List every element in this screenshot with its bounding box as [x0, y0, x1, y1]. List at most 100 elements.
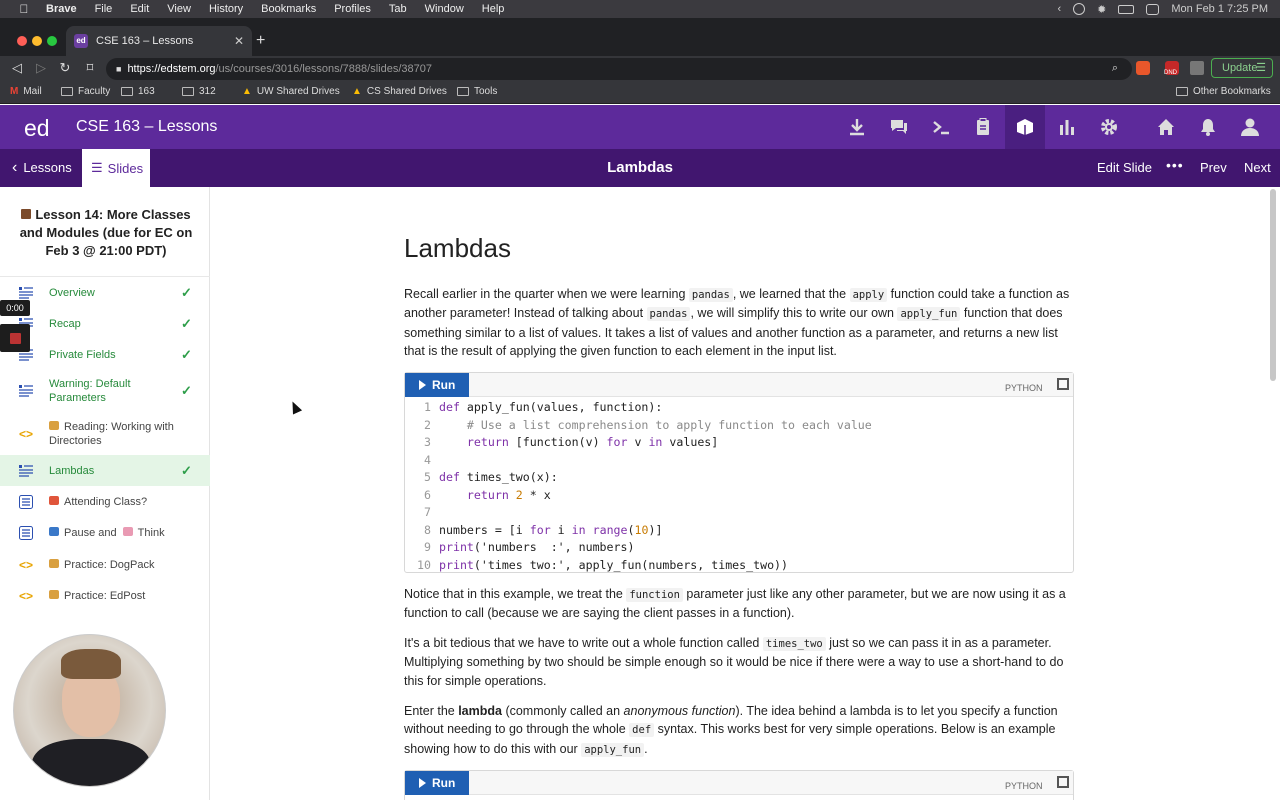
text-run: , we learned that the: [732, 287, 850, 301]
brightness-icon[interactable]: ✹: [1097, 3, 1106, 16]
slide-item-lambdas[interactable]: Lambdas ✓: [0, 455, 210, 486]
stop-recording-button[interactable]: [0, 324, 30, 352]
chat-icon[interactable]: [889, 117, 909, 137]
menu-window[interactable]: Window: [425, 3, 464, 15]
battery-icon[interactable]: [1118, 4, 1135, 14]
slide-item-default-parameters[interactable]: Warning: Default Parameters ✓: [0, 370, 210, 412]
fullscreen-icon[interactable]: [1057, 776, 1069, 788]
bookmark-tools[interactable]: Tools: [457, 86, 497, 97]
menu-clock[interactable]: Mon Feb 1 7:25 PM: [1171, 3, 1268, 15]
bookmark-163[interactable]: 163: [121, 86, 155, 97]
chevron-left-icon[interactable]: ‹: [1058, 3, 1062, 15]
code-line[interactable]: 9 print('numbers :', numbers): [405, 539, 1073, 557]
menu-help[interactable]: Help: [482, 3, 505, 15]
menu-profiles[interactable]: Profiles: [334, 3, 371, 15]
bookmark-icon[interactable]: ⌑: [81, 60, 99, 76]
menu-tab[interactable]: Tab: [389, 3, 407, 15]
other-bookmarks[interactable]: Other Bookmarks: [1176, 86, 1271, 97]
gear-icon[interactable]: [1099, 117, 1119, 137]
course-title[interactable]: CSE 163 – Lessons: [76, 118, 217, 136]
user-icon[interactable]: [1240, 117, 1260, 137]
close-tab-icon[interactable]: ✕: [234, 34, 244, 48]
slide-label: Reading: Working with Directories: [49, 420, 174, 447]
run-button[interactable]: Run: [405, 373, 469, 397]
code-editor[interactable]: 1 def apply_fun(values, function): 2 # Use…: [405, 397, 1073, 574]
menu-bookmarks[interactable]: Bookmarks: [261, 3, 316, 15]
ed-logo[interactable]: ed: [24, 115, 50, 142]
fullscreen-icon[interactable]: [1057, 378, 1069, 390]
recording-timer[interactable]: 0:00: [0, 300, 30, 316]
minimize-window-button[interactable]: [32, 36, 42, 46]
code-line[interactable]: 2 # Use a list comprehension to apply fu…: [405, 417, 1073, 435]
text-run: .: [644, 741, 648, 756]
slides-label: Slides: [107, 160, 144, 176]
bookmark-faculty[interactable]: Faculty: [61, 86, 110, 97]
code-line[interactable]: 10 print('times two:', apply_fun(numbers,…: [405, 557, 1073, 575]
download-icon[interactable]: [847, 117, 867, 137]
code-line[interactable]: 3 return [function(v) for v in values]: [405, 434, 1073, 452]
forward-icon[interactable]: ▷: [32, 60, 50, 76]
address-bar[interactable]: ■ https://edstem.org/us/courses/3016/les…: [106, 58, 1132, 80]
home-icon[interactable]: [1156, 117, 1176, 137]
bookmark-uw-shared-drives[interactable]: ▲ UW Shared Drives: [242, 86, 340, 97]
code-line[interactable]: 7: [405, 504, 1073, 522]
slides-button[interactable]: ☰ Slides: [82, 149, 150, 187]
lessons-icon[interactable]: [1015, 117, 1035, 137]
extensions-puzzle-icon[interactable]: [1190, 61, 1204, 75]
code-text: numbers = [i for i in range(10)]: [439, 522, 663, 537]
scrollbar-thumb[interactable]: [1270, 189, 1276, 381]
menu-file[interactable]: File: [95, 3, 113, 15]
folder-icon: [61, 87, 73, 96]
slide-item-pause-and-think[interactable]: Pause and Think: [0, 517, 210, 549]
bookmark-312[interactable]: 312: [182, 86, 216, 97]
code-icon: <>: [19, 426, 34, 441]
clipboard-icon[interactable]: [973, 117, 993, 137]
run-button[interactable]: Run: [405, 771, 469, 795]
code-line[interactable]: 5 def times_two(x):: [405, 469, 1073, 487]
control-center-icon[interactable]: [1146, 3, 1160, 15]
edit-slide-button[interactable]: Edit Slide: [1097, 160, 1152, 175]
slide-label: Pause and: [64, 527, 117, 539]
more-options-button[interactable]: •••: [1166, 157, 1184, 173]
back-icon[interactable]: ◁: [8, 60, 26, 76]
slide-item-overview[interactable]: Overview ✓: [0, 277, 210, 308]
menu-view[interactable]: View: [167, 3, 191, 15]
slide-item-recap[interactable]: Recap ✓: [0, 308, 210, 339]
brain-icon: [122, 527, 133, 536]
menu-edit[interactable]: Edit: [130, 3, 149, 15]
tab-title: CSE 163 – Lessons: [96, 35, 194, 47]
run-label: Run: [432, 775, 456, 790]
slide-item-reading-directories[interactable]: <> Reading: Working with Directories: [0, 412, 210, 455]
zoom-icon[interactable]: ⌕: [1112, 62, 1118, 75]
bookmark-cs-shared-drives[interactable]: ▲ CS Shared Drives: [352, 86, 447, 97]
slide-item-dogpack[interactable]: <> Practice: DogPack: [0, 549, 210, 580]
brave-shield-icon[interactable]: [1136, 61, 1150, 75]
slide-item-edpost[interactable]: <> Practice: EdPost: [0, 580, 210, 611]
code-line[interactable]: 1 def apply_fun(values, function):: [405, 399, 1073, 417]
browser-tab[interactable]: ed CSE 163 – Lessons ✕: [66, 26, 252, 56]
lessons-back-button[interactable]: ‹ Lessons: [12, 159, 72, 175]
chart-icon[interactable]: [1057, 117, 1077, 137]
menu-app-name[interactable]: Brave: [46, 3, 77, 15]
menu-history[interactable]: History: [209, 3, 243, 15]
prev-button[interactable]: Prev: [1200, 160, 1227, 175]
code-line[interactable]: 6 return 2 * x: [405, 487, 1073, 505]
new-tab-icon[interactable]: +: [256, 32, 265, 50]
browser-status-icon[interactable]: [1073, 3, 1086, 15]
reload-icon[interactable]: ↻: [56, 60, 74, 76]
slide-item-attending-class[interactable]: Attending Class?: [0, 486, 210, 517]
bell-icon[interactable]: [1198, 117, 1218, 137]
apple-icon[interactable]: : [16, 2, 32, 16]
dnd-badge: DND: [1164, 70, 1177, 76]
code-block-1: Run PYTHON 1 def apply_fun(values, functi…: [404, 372, 1074, 573]
document-icon: [19, 385, 33, 397]
code-line[interactable]: 8 numbers = [i for i in range(10)]: [405, 522, 1073, 540]
code-line[interactable]: 4: [405, 452, 1073, 470]
terminal-icon[interactable]: [931, 117, 951, 137]
slide-item-private-fields[interactable]: Private Fields ✓: [0, 339, 210, 370]
next-button[interactable]: Next: [1244, 160, 1271, 175]
close-window-button[interactable]: [17, 36, 27, 46]
zoom-window-button[interactable]: [47, 36, 57, 46]
bookmark-mail[interactable]: M Mail: [10, 86, 42, 97]
update-button[interactable]: Update ☰: [1211, 58, 1273, 78]
